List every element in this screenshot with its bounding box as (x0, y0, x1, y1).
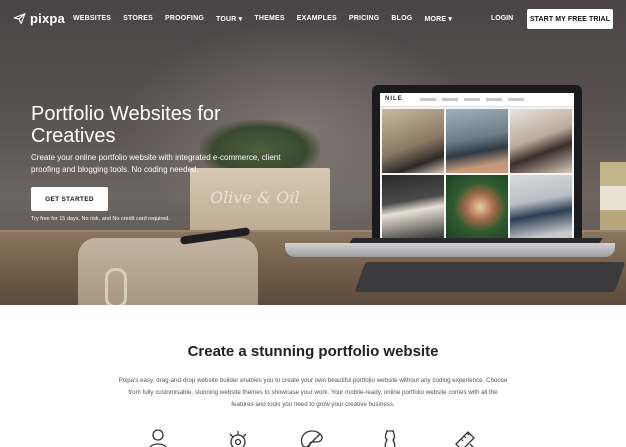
dress-form-icon (376, 428, 404, 447)
nav-links: WEBSITES STORES PROOFING TOUR ▾ THEMES E… (73, 15, 464, 23)
mockup-photo (510, 109, 572, 173)
get-started-button[interactable]: GET STARTED (31, 187, 108, 211)
nav-link-examples[interactable]: EXAMPLES (297, 15, 337, 23)
hero-title: Portfolio Websites for Creatives (31, 103, 221, 147)
laptop-mockup: NILE (372, 85, 582, 245)
pencil-ruler-icon (452, 428, 480, 447)
palette-icon (298, 428, 326, 447)
mockup-photo (446, 175, 508, 239)
nav-link-more[interactable]: MORE ▾ (424, 15, 452, 23)
top-nav: pixpa WEBSITES STORES PROOFING TOUR ▾ TH… (0, 0, 626, 38)
mockup-photo (382, 175, 444, 239)
tablet-image (354, 262, 626, 292)
pixpa-logo[interactable]: pixpa (13, 11, 65, 26)
mockup-photo (382, 109, 444, 173)
logo-text: pixpa (30, 11, 65, 26)
nav-link-tour[interactable]: TOUR ▾ (216, 15, 242, 23)
laptop-screen: NILE (380, 93, 574, 241)
trial-note: Try free for 15 days. No risk, and No cr… (31, 216, 170, 222)
hero-subtitle: Create your online portfolio website wit… (31, 153, 281, 174)
mockup-photo (510, 175, 572, 239)
mockup-photo (446, 109, 508, 173)
nav-link-websites[interactable]: WEBSITES (73, 15, 111, 23)
nav-link-blog[interactable]: BLOG (391, 15, 412, 23)
start-free-trial-button[interactable]: START MY FREE TRIAL (527, 9, 613, 29)
person-icon (144, 428, 172, 447)
mockup-site-logo: NILE (385, 96, 403, 102)
laptop-base (285, 243, 615, 257)
nav-link-themes[interactable]: THEMES (254, 15, 284, 23)
feature-icons-row (140, 428, 500, 447)
nav-link-proofing[interactable]: PROOFING (165, 15, 204, 23)
mockup-photo-grid (380, 109, 574, 239)
box-text: Olive & Oil (210, 188, 300, 207)
paper-plane-icon (13, 13, 26, 24)
section-description: Pixpa's easy, drag-and-drop website buil… (118, 377, 508, 408)
section-title: Create a stunning portfolio website (187, 343, 439, 360)
login-link[interactable]: LOGIN (491, 15, 513, 22)
gears-icon (224, 428, 252, 447)
nav-link-pricing[interactable]: PRICING (349, 15, 380, 23)
nav-link-stores[interactable]: STORES (123, 15, 153, 23)
